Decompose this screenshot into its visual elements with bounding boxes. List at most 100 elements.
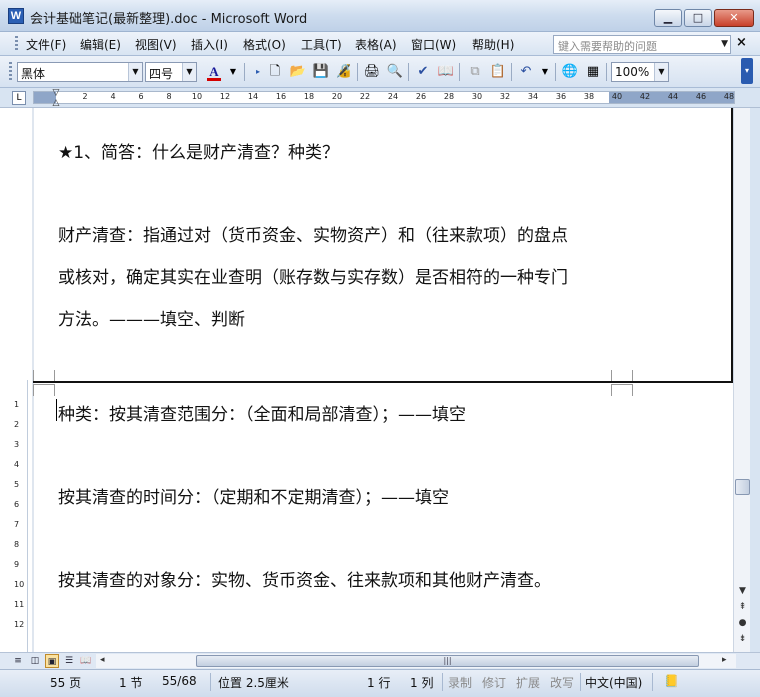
ruler-number: 16 <box>275 92 287 101</box>
font-name-select[interactable]: 黑体 ▼ <box>17 62 143 82</box>
maximize-button[interactable]: □ <box>684 9 712 27</box>
ruler-number: 2 <box>82 92 88 101</box>
toolbar-overflow-icon[interactable]: ▸ <box>249 63 267 81</box>
menu-tools[interactable]: 工具(T) <box>301 36 342 53</box>
normal-view-icon[interactable]: ≡ <box>11 654 25 668</box>
research-icon[interactable]: 📖 <box>437 63 455 81</box>
status-ext[interactable]: 扩展 <box>516 674 540 691</box>
font-color-button[interactable]: A <box>205 63 223 81</box>
status-trk[interactable]: 修订 <box>482 674 506 691</box>
status-ovr[interactable]: 改写 <box>550 674 574 691</box>
vertical-ruler[interactable]: 1 2 3 4 5 6 7 8 9 10 11 12 <box>12 380 28 652</box>
font-color-swatch <box>207 78 221 81</box>
ruler-number: 40 <box>611 92 623 101</box>
status-language[interactable]: 中文(中国) <box>585 674 642 691</box>
doc-paragraph-line: 按其清查的时间分：（定期和不定期清查）；——填空 <box>58 488 449 508</box>
chevron-down-icon[interactable]: ▼ <box>721 39 728 49</box>
toolbar-separator <box>408 63 409 81</box>
chevron-down-icon[interactable]: ▼ <box>128 63 142 81</box>
menubar-grip[interactable] <box>15 36 18 52</box>
ruler-number: 48 <box>723 92 735 101</box>
text-cursor <box>56 399 57 421</box>
close-icon: ✕ <box>729 11 739 24</box>
toolbar-grip[interactable] <box>9 62 12 82</box>
hyperlink-icon[interactable]: 🌐 <box>561 63 579 81</box>
undo-dropdown-icon[interactable]: ▼ <box>536 63 554 81</box>
print-preview-icon[interactable]: 🔍 <box>386 63 404 81</box>
font-color-dropdown-icon[interactable]: ▼ <box>224 63 242 81</box>
open-folder-icon[interactable]: 📂 <box>289 63 307 81</box>
reading-layout-view-icon[interactable]: 📖 <box>79 654 93 668</box>
minimize-icon: ▁ <box>663 11 673 24</box>
title-bar: W 会计基础笔记(最新整理).doc - Microsoft Word ▁ □ … <box>0 0 760 32</box>
next-page-icon[interactable]: ⇟ <box>736 634 749 644</box>
vertical-ruler-number: 5 <box>14 480 20 489</box>
web-layout-view-icon[interactable]: ◫ <box>28 654 42 668</box>
status-separator <box>652 673 653 691</box>
doc-paragraph-line: 种类：按其清查范围分：（全面和局部清查）；——填空 <box>58 405 466 425</box>
menu-edit[interactable]: 编辑(E) <box>80 36 121 53</box>
vertical-ruler-number: 3 <box>14 440 20 449</box>
menu-format[interactable]: 格式(O) <box>243 36 286 53</box>
menu-table[interactable]: 表格(A) <box>355 36 397 53</box>
close-window-button[interactable]: ✕ <box>714 9 754 27</box>
chevron-down-icon[interactable]: ▼ <box>654 63 668 81</box>
print-icon[interactable]: 🖨 <box>363 63 381 81</box>
ruler-number: 30 <box>471 92 483 101</box>
vertical-scrollbar[interactable]: ▼ ⇞ ● ⇟ <box>733 108 750 652</box>
toolbar-options-icon[interactable]: ▾ <box>741 58 753 84</box>
outline-view-icon[interactable]: ☰ <box>62 654 76 668</box>
tab-stop-selector[interactable]: L <box>12 91 26 105</box>
menu-help[interactable]: 帮助(H) <box>472 36 514 53</box>
permission-icon[interactable]: 🔏 <box>335 63 353 81</box>
menu-window[interactable]: 窗口(W) <box>411 36 456 53</box>
save-icon[interactable]: 💾 <box>312 63 330 81</box>
formatting-toolbar: 黑体 ▼ 四号 ▼ A ▼ ▸ 🗋 📂 💾 🔏 🖨 🔍 ✔ 📖 ⧉ 📋 ↶ ▼ … <box>0 56 760 88</box>
spelling-icon[interactable]: ✔ <box>414 63 432 81</box>
paste-icon[interactable]: 📋 <box>489 63 507 81</box>
font-name-value: 黑体 <box>21 67 46 81</box>
ruler-number: 26 <box>415 92 427 101</box>
font-size-select[interactable]: 四号 ▼ <box>145 62 197 82</box>
insert-table-icon[interactable]: ▦ <box>584 63 602 81</box>
window-right-edge <box>750 108 760 652</box>
status-separator <box>210 673 211 691</box>
horizontal-ruler[interactable]: 2 4 6 8 10 12 14 16 18 20 22 24 26 28 30 32 34 36 38 40 42 44… <box>33 91 735 104</box>
menu-file[interactable]: 文件(F) <box>26 36 66 53</box>
crop-mark <box>611 384 633 396</box>
scroll-right-icon[interactable]: ▸ <box>722 655 727 665</box>
copy-icon[interactable]: ⧉ <box>466 63 484 81</box>
ruler-number: 24 <box>387 92 399 101</box>
undo-icon[interactable]: ↶ <box>517 63 535 81</box>
status-column: 1 列 <box>410 676 434 690</box>
horizontal-scroll-thumb[interactable]: ||| <box>196 655 699 667</box>
menu-view[interactable]: 视图(V) <box>135 36 177 53</box>
spelling-status-icon[interactable]: 📒 <box>664 674 679 688</box>
toolbar-separator <box>244 63 245 81</box>
close-document-button[interactable]: × <box>736 35 747 50</box>
page-break-line <box>33 381 733 383</box>
doc-paragraph-line: 或核对，确定其实在业查明（账存数与实存数）是否相符的一种专门 <box>58 268 568 288</box>
status-rec[interactable]: 录制 <box>448 674 472 691</box>
previous-page-icon[interactable]: ⇞ <box>736 602 749 612</box>
status-page: 55 页 <box>50 676 82 690</box>
minimize-button[interactable]: ▁ <box>654 9 682 27</box>
browse-object-icon[interactable]: ● <box>736 618 749 628</box>
vertical-scroll-thumb[interactable] <box>735 479 750 495</box>
print-layout-view-icon[interactable]: ▣ <box>45 654 59 668</box>
vertical-ruler-number: 4 <box>14 460 20 469</box>
scroll-left-icon[interactable]: ◂ <box>100 655 105 665</box>
indent-marker-icon[interactable]: ▽ △ <box>50 88 62 108</box>
ruler-number: 46 <box>695 92 707 101</box>
menu-insert[interactable]: 插入(I) <box>191 36 228 53</box>
ruler-number: 32 <box>499 92 511 101</box>
scroll-down-icon[interactable]: ▼ <box>736 586 749 596</box>
chevron-down-icon[interactable]: ▼ <box>182 63 196 81</box>
zoom-select[interactable]: 100% ▼ <box>611 62 669 82</box>
status-separator <box>442 673 443 691</box>
doc-paragraph-line: 财产清查：指通过对（货币资金、实物资产）和（往来款项）的盘点 <box>58 226 568 246</box>
document-area[interactable]: 1 2 3 4 5 6 7 8 9 10 11 12 ★1、简答：什么是财产清查？种类？ 财产清查：指… <box>0 108 760 652</box>
help-search-input[interactable]: 键入需要帮助的问题 ▼ <box>553 35 731 54</box>
ruler-number: 20 <box>331 92 343 101</box>
new-document-icon[interactable]: 🗋 <box>266 63 284 81</box>
